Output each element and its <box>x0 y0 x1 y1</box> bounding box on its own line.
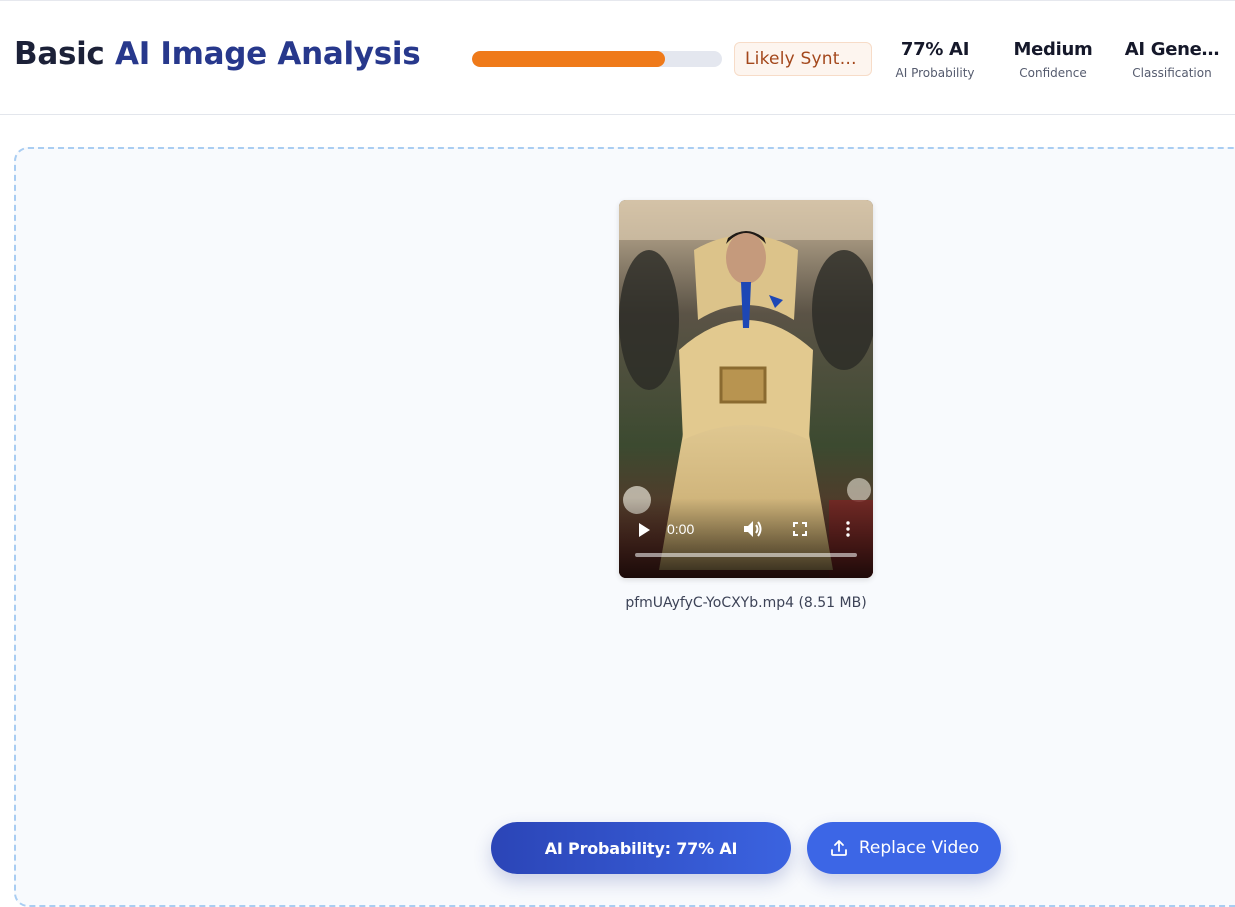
title-part-ai-image: AI Image <box>115 36 267 72</box>
fullscreen-icon[interactable] <box>793 522 807 536</box>
ai-probability-button[interactable]: AI Probability: 77% AI <box>491 822 791 874</box>
volume-icon[interactable] <box>743 520 763 538</box>
video-player[interactable]: 0:00 <box>619 200 873 578</box>
video-controls-overlay <box>619 498 873 578</box>
upload-icon <box>830 840 847 856</box>
stat-ai-probability: 77% AI AI Probability <box>893 39 977 80</box>
stat-confidence: Medium Confidence <box>1010 39 1096 80</box>
file-name-caption: pfmUAyfyC-YoCXYb.mp4 (8.51 MB) <box>625 595 867 611</box>
stat-classification-label: Classification <box>1132 66 1212 80</box>
replace-video-button[interactable]: Replace Video <box>807 822 1001 874</box>
stat-confidence-label: Confidence <box>1019 66 1087 80</box>
title-part-basic: Basic <box>14 36 105 72</box>
title-part-analysis: Analysis <box>277 36 421 72</box>
page-title: Basic AI Image Analysis <box>14 36 421 72</box>
stat-ai-probability-value: 77% AI <box>900 39 970 60</box>
ai-probability-progress-bar <box>472 51 722 67</box>
video-seek-bar[interactable] <box>635 553 857 557</box>
stat-classification-value: AI Gene… <box>1124 39 1220 60</box>
stat-confidence-value: Medium <box>1013 39 1093 60</box>
verdict-badge: Likely Synthe… <box>734 42 872 76</box>
video-current-time: 0:00 <box>667 521 695 537</box>
stat-classification: AI Gene… Classification <box>1124 39 1220 80</box>
ai-probability-progress-fill <box>472 51 665 67</box>
more-options-icon[interactable] <box>845 521 851 537</box>
analysis-header: Basic AI Image Analysis Likely Synthe… 7… <box>0 1 1235 115</box>
replace-video-label: Replace Video <box>858 838 980 858</box>
stat-ai-probability-label: AI Probability <box>895 66 975 80</box>
play-icon[interactable] <box>637 522 651 538</box>
